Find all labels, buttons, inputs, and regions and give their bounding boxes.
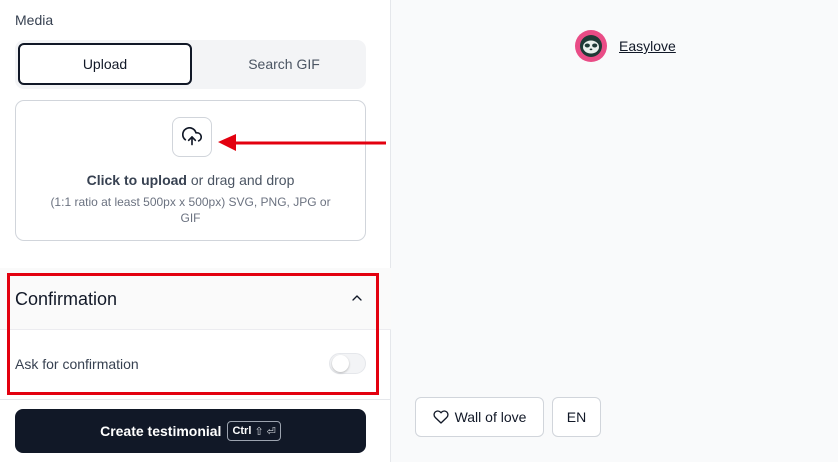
- brand: Easylove: [575, 30, 676, 62]
- media-label: Media: [15, 12, 54, 28]
- preview-panel: Easylove Wall of love EN: [391, 0, 838, 462]
- wall-of-love-label: Wall of love: [454, 409, 527, 425]
- confirmation-section: Confirmation Ask for confirmation: [0, 268, 391, 399]
- upload-button[interactable]: [172, 117, 212, 157]
- confirmation-header[interactable]: Confirmation: [0, 268, 391, 330]
- sloth-logo-icon: [580, 35, 602, 57]
- dropzone-hint: (1:1 ratio at least 500px x 500px) SVG, …: [50, 195, 331, 225]
- divider: [0, 399, 391, 400]
- click-to-upload-text[interactable]: Click to upload: [87, 172, 187, 188]
- toggle-knob: [332, 355, 349, 372]
- media-source-tabs: Upload Search GIF: [15, 40, 366, 89]
- brand-name-link[interactable]: Easylove: [619, 38, 676, 54]
- ask-confirmation-toggle[interactable]: [329, 353, 366, 374]
- shortcut-key: Ctrl: [232, 425, 252, 437]
- chevron-up-icon[interactable]: [349, 290, 365, 306]
- language-button[interactable]: EN: [552, 397, 601, 437]
- tab-search-gif[interactable]: Search GIF: [202, 43, 366, 85]
- shortcut-symbols: ⇧ ⏎: [254, 425, 276, 438]
- create-testimonial-label: Create testimonial: [100, 423, 222, 439]
- drag-drop-text: or drag and drop: [186, 172, 295, 188]
- wall-of-love-button[interactable]: Wall of love: [415, 397, 544, 437]
- heart-icon: [432, 410, 449, 424]
- create-testimonial-button[interactable]: Create testimonial Ctrl ⇧ ⏎: [15, 409, 366, 453]
- ask-confirmation-label: Ask for confirmation: [15, 356, 139, 372]
- upload-dropzone[interactable]: Click to upload or drag and drop (1:1 ra…: [15, 100, 366, 241]
- keyboard-shortcut: Ctrl ⇧ ⏎: [227, 421, 281, 441]
- confirmation-title: Confirmation: [15, 289, 118, 309]
- brand-logo: [575, 30, 607, 62]
- upload-cloud-icon: [182, 127, 202, 146]
- dropzone-instruction: Click to upload or drag and drop: [16, 172, 365, 188]
- tab-upload[interactable]: Upload: [18, 43, 192, 85]
- form-panel: Media Upload Search GIF Click to upload …: [0, 0, 391, 462]
